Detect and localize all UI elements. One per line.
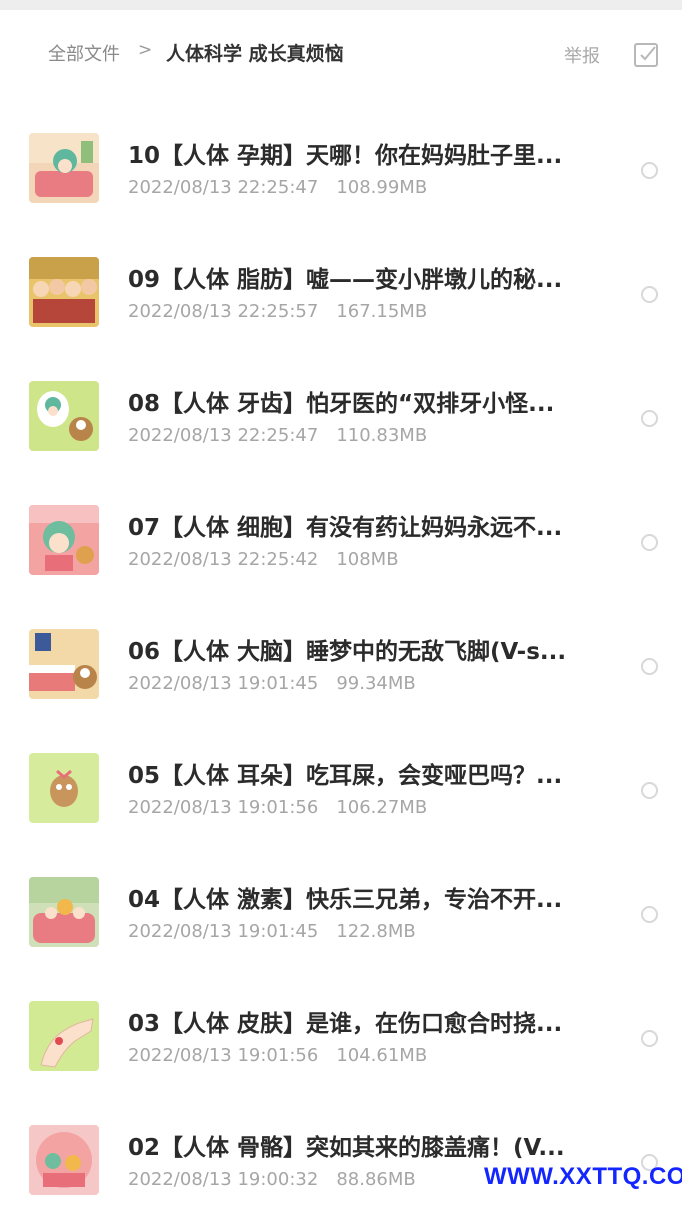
file-size: 106.27MB [336, 797, 428, 818]
select-radio[interactable] [641, 658, 658, 675]
select-radio[interactable] [641, 162, 658, 179]
select-radio[interactable] [641, 534, 658, 551]
file-date: 2022/08/13 19:01:56 [128, 1045, 319, 1066]
video-thumbnail [29, 753, 99, 823]
file-size: 167.15MB [336, 301, 428, 322]
file-date: 2022/08/13 22:25:57 [128, 301, 319, 322]
file-meta: 2022/08/13 22:25:47 108.99MB [128, 177, 427, 198]
file-row[interactable]: 02【人体 骨骼】突如其来的膝盖痛！(V... 2022/08/13 19:00… [0, 1088, 682, 1212]
file-size: 108.99MB [336, 177, 428, 198]
file-row[interactable]: 04【人体 激素】快乐三兄弟，专治不开... 2022/08/13 19:01:… [0, 840, 682, 964]
file-meta: 2022/08/13 22:25:42 108MB [128, 549, 399, 570]
file-size: 104.61MB [336, 1045, 428, 1066]
file-title: 02【人体 骨骼】突如其来的膝盖痛！(V... [128, 1135, 565, 1161]
video-thumbnail [29, 133, 99, 203]
breadcrumb-current-folder: 人体科学 成长真烦恼 [166, 43, 344, 65]
file-row[interactable]: 06【人体 大脑】睡梦中的无敌飞脚(V-s... 2022/08/13 19:0… [0, 592, 682, 716]
file-size: 122.8MB [336, 921, 416, 942]
file-date: 2022/08/13 22:25:47 [128, 425, 319, 446]
file-row[interactable]: 08【人体 牙齿】怕牙医的“双排牙小怪... 2022/08/13 22:25:… [0, 344, 682, 468]
file-size: 99.34MB [336, 673, 416, 694]
file-title: 04【人体 激素】快乐三兄弟，专治不开... [128, 887, 563, 913]
file-meta: 2022/08/13 19:01:45 122.8MB [128, 921, 416, 942]
file-size: 110.83MB [336, 425, 428, 446]
header-bar: 全部文件 > 人体科学 成长真烦恼 举报 [0, 10, 682, 96]
video-thumbnail [29, 257, 99, 327]
file-title: 05【人体 耳朵】吃耳屎，会变哑巴吗？... [128, 763, 563, 789]
file-meta: 2022/08/13 19:01:56 106.27MB [128, 797, 427, 818]
select-radio[interactable] [641, 410, 658, 427]
file-title: 10【人体 孕期】天哪！你在妈妈肚子里... [128, 143, 563, 169]
file-date: 2022/08/13 19:01:45 [128, 921, 319, 942]
video-thumbnail [29, 877, 99, 947]
status-bar-strip [0, 0, 682, 10]
video-thumbnail [29, 1125, 99, 1195]
file-row[interactable]: 05【人体 耳朵】吃耳屎，会变哑巴吗？... 2022/08/13 19:01:… [0, 716, 682, 840]
file-meta: 2022/08/13 22:25:57 167.15MB [128, 301, 427, 322]
breadcrumb-root[interactable]: 全部文件 [48, 40, 120, 66]
file-date: 2022/08/13 22:25:42 [128, 549, 319, 570]
video-thumbnail [29, 381, 99, 451]
file-date: 2022/08/13 19:00:32 [128, 1169, 319, 1190]
file-title: 06【人体 大脑】睡梦中的无敌飞脚(V-s... [128, 639, 567, 665]
file-title: 03【人体 皮肤】是谁，在伤口愈合时挠... [128, 1011, 563, 1037]
breadcrumb-separator: > [138, 40, 153, 60]
file-size: 88.86MB [336, 1169, 416, 1190]
select-radio[interactable] [641, 1030, 658, 1047]
select-radio[interactable] [641, 782, 658, 799]
file-date: 2022/08/13 22:25:47 [128, 177, 319, 198]
file-row[interactable]: 03【人体 皮肤】是谁，在伤口愈合时挠... 2022/08/13 19:01:… [0, 964, 682, 1088]
file-meta: 2022/08/13 19:00:32 88.86MB [128, 1169, 416, 1190]
file-size: 108MB [336, 549, 399, 570]
file-title: 07【人体 细胞】有没有药让妈妈永远不... [128, 515, 563, 541]
video-thumbnail [29, 1001, 99, 1071]
file-meta: 2022/08/13 19:01:45 99.34MB [128, 673, 416, 694]
file-row[interactable]: 10【人体 孕期】天哪！你在妈妈肚子里... 2022/08/13 22:25:… [0, 96, 682, 220]
select-radio[interactable] [641, 286, 658, 303]
file-row[interactable]: 09【人体 脂肪】嘘——变小胖墩儿的秘... 2022/08/13 22:25:… [0, 220, 682, 344]
watermark-text: WWW.XXTTQ.COM [484, 1163, 682, 1190]
file-date: 2022/08/13 19:01:56 [128, 797, 319, 818]
file-row[interactable]: 07【人体 细胞】有没有药让妈妈永远不... 2022/08/13 22:25:… [0, 468, 682, 592]
file-title: 09【人体 脂肪】嘘——变小胖墩儿的秘... [128, 267, 563, 293]
video-thumbnail [29, 629, 99, 699]
file-date: 2022/08/13 19:01:45 [128, 673, 319, 694]
file-meta: 2022/08/13 19:01:56 104.61MB [128, 1045, 427, 1066]
select-all-checkbox-icon[interactable] [633, 42, 659, 68]
select-radio[interactable] [641, 906, 658, 923]
video-thumbnail [29, 505, 99, 575]
file-meta: 2022/08/13 22:25:47 110.83MB [128, 425, 427, 446]
report-button[interactable]: 举报 [564, 42, 600, 68]
file-title: 08【人体 牙齿】怕牙医的“双排牙小怪... [128, 391, 555, 417]
